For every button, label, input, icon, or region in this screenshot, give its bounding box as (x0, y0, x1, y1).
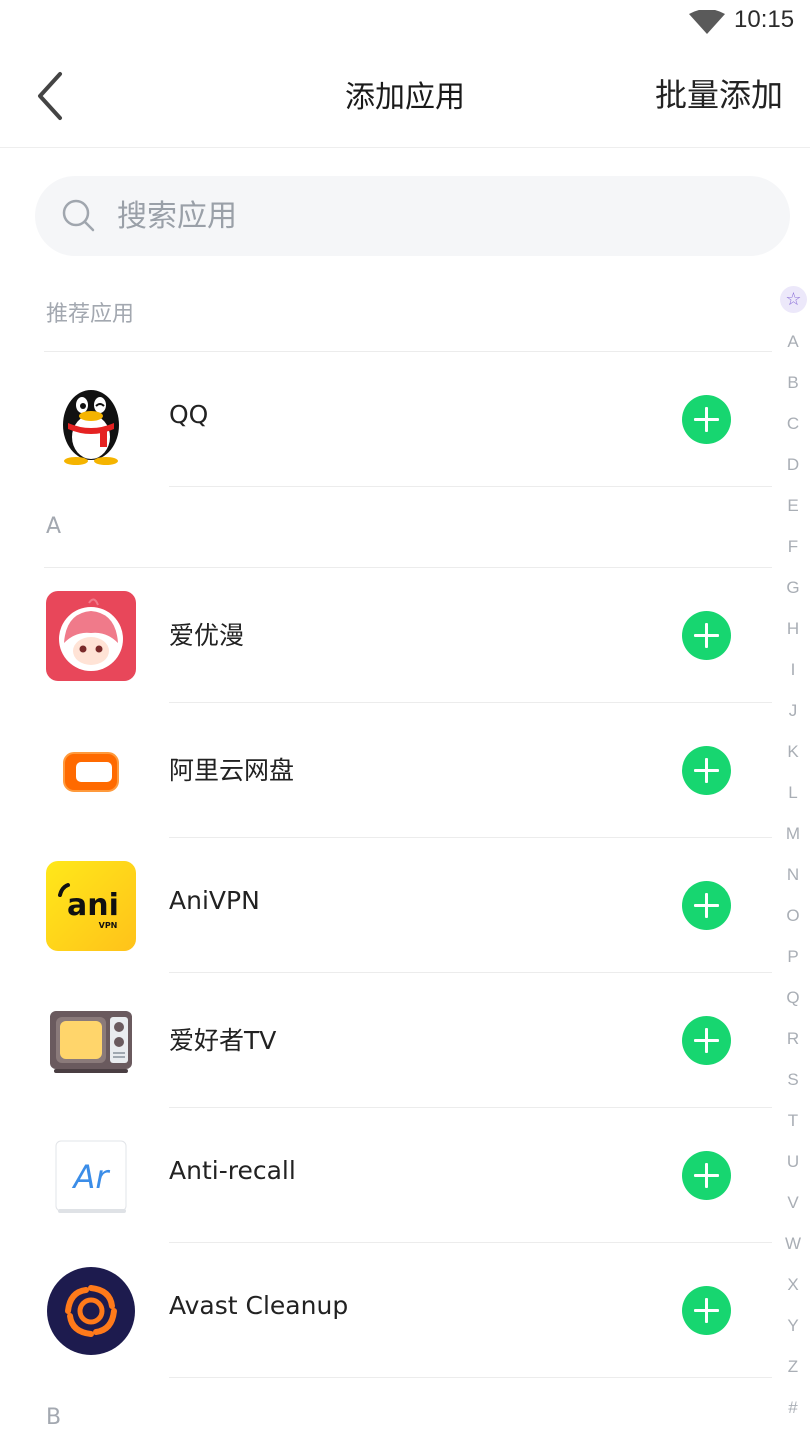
add-button-qq[interactable] (682, 395, 731, 444)
anivpn-icon-text: ani (67, 888, 119, 923)
app-row-avast-cleanup[interactable]: Avast Cleanup (0, 1243, 772, 1377)
index-letter-e[interactable]: E (776, 496, 810, 516)
anti-recall-icon: Ar (55, 1140, 127, 1213)
app-row-anti-recall[interactable]: Ar Anti-recall (0, 1108, 772, 1242)
index-letter-c[interactable]: C (776, 414, 810, 434)
index-letter-p[interactable]: P (776, 947, 810, 967)
app-row-anivpn[interactable]: ani VPN AniVPN (0, 838, 772, 972)
index-letter-n[interactable]: N (776, 865, 810, 885)
status-bar: 10:15 (0, 0, 810, 44)
header: 添加应用 批量添加 (0, 44, 810, 148)
app-name: 爱好者TV (169, 1026, 277, 1055)
index-letter-z[interactable]: Z (776, 1357, 810, 1377)
index-letter-x[interactable]: X (776, 1275, 810, 1295)
index-letter-g[interactable]: G (776, 578, 810, 598)
index-letter-a[interactable]: A (776, 332, 810, 352)
index-letter-v[interactable]: V (776, 1193, 810, 1213)
anivpn-icon: ani VPN (46, 861, 136, 951)
app-name: 爱优漫 (169, 621, 245, 650)
anti-recall-icon-text: Ar (71, 1158, 110, 1196)
app-name: Avast Cleanup (169, 1291, 349, 1320)
index-letter-m[interactable]: M (776, 824, 810, 844)
app-name: AniVPN (169, 886, 260, 915)
index-letter-y[interactable]: Y (776, 1316, 810, 1336)
add-button-avast-cleanup[interactable] (682, 1286, 731, 1335)
add-button-aliyun-drive[interactable] (682, 746, 731, 795)
index-letter-hash[interactable]: # (776, 1398, 810, 1418)
add-button-anti-recall[interactable] (682, 1151, 731, 1200)
section-title-b: B (46, 1405, 62, 1430)
app-row-qq[interactable]: QQ (0, 352, 772, 486)
index-letter-s[interactable]: S (776, 1070, 810, 1090)
index-letter-r[interactable]: R (776, 1029, 810, 1049)
index-letter-d[interactable]: D (776, 455, 810, 475)
index-letter-k[interactable]: K (776, 742, 810, 762)
app-name: QQ (169, 400, 209, 429)
divider (169, 486, 772, 487)
qq-penguin-icon (63, 390, 119, 465)
index-letter-u[interactable]: U (776, 1152, 810, 1172)
add-button-aiyouman[interactable] (682, 611, 731, 660)
wifi-icon (689, 10, 725, 34)
add-button-aihaozhe-tv[interactable] (682, 1016, 731, 1065)
avast-cleanup-icon (47, 1267, 135, 1355)
batch-add-button[interactable]: 批量添加 (655, 70, 783, 116)
index-letter-o[interactable]: O (776, 906, 810, 926)
index-letter-q[interactable]: Q (776, 988, 810, 1008)
index-letter-f[interactable]: F (776, 537, 810, 557)
anivpn-icon-subtext: VPN (99, 921, 118, 930)
index-letter-j[interactable]: J (776, 701, 810, 721)
search-input[interactable] (117, 176, 757, 256)
app-row-aihaozhe-tv[interactable]: 爱好者TV (0, 973, 772, 1107)
section-title-recommended: 推荐应用 (46, 302, 135, 327)
index-letter-w[interactable]: W (776, 1234, 810, 1254)
app-row-aiyouman[interactable]: 爱优漫 (0, 568, 772, 702)
app-name: 阿里云网盘 (169, 756, 295, 785)
index-letter-l[interactable]: L (776, 783, 810, 803)
index-star-icon[interactable]: ☆ (780, 286, 807, 313)
divider (169, 1377, 772, 1378)
index-letter-b[interactable]: B (776, 373, 810, 393)
index-letter-h[interactable]: H (776, 619, 810, 639)
index-letter-t[interactable]: T (776, 1111, 810, 1131)
search-icon (62, 199, 95, 232)
tv-icon (50, 1011, 132, 1073)
aiyouman-icon (46, 591, 136, 681)
aliyun-drive-icon (63, 752, 119, 792)
add-button-anivpn[interactable] (682, 881, 731, 930)
section-title-a: A (46, 514, 62, 539)
app-row-aliyun-drive[interactable]: 阿里云网盘 (0, 703, 772, 837)
search-bar[interactable] (35, 176, 790, 256)
app-name: Anti-recall (169, 1156, 296, 1185)
index-letter-i[interactable]: I (776, 660, 810, 680)
status-time: 10:15 (734, 6, 795, 33)
